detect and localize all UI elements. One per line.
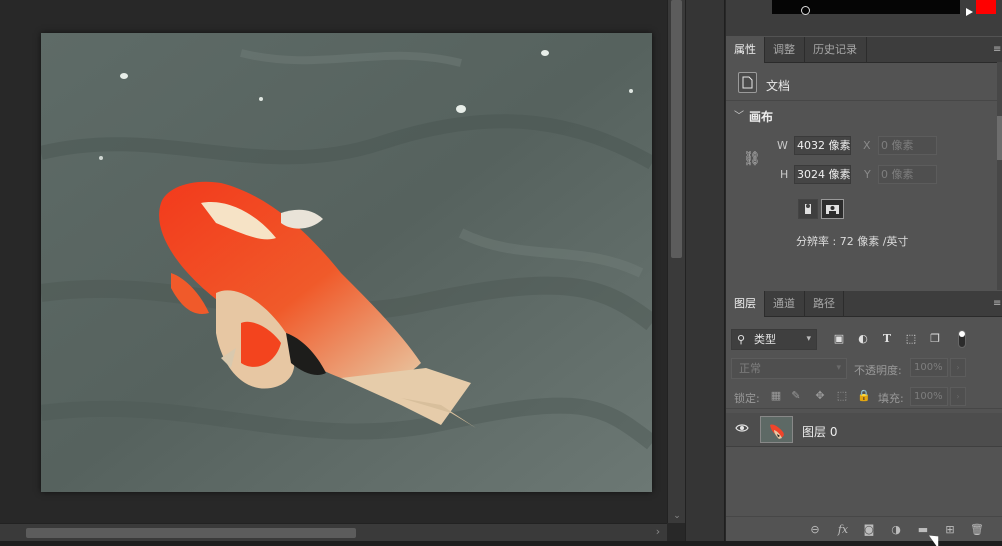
tab-paths[interactable]: 路径 <box>805 291 844 317</box>
eye-icon[interactable] <box>735 422 749 436</box>
type-filter-icon[interactable]: T <box>879 331 895 347</box>
color-spectrum-bar[interactable] <box>772 0 960 14</box>
lock-all-icon[interactable]: 🔒 <box>857 389 871 403</box>
delete-icon[interactable]: 🗑 <box>969 522 985 538</box>
layer-thumbnail[interactable] <box>760 416 793 443</box>
layers-tab-bar: 图层 通道 路径 ≡ <box>726 291 1002 317</box>
chevron-down-icon: ▾ <box>836 363 841 373</box>
adjustment-filter-icon[interactable]: ◐ <box>855 331 871 347</box>
canvas-section-title: 画布 <box>749 110 774 124</box>
adjustment-layer-icon[interactable]: ◑ <box>888 522 904 538</box>
fill-dropdown-icon[interactable]: › <box>950 387 966 406</box>
filter-toggle-switch[interactable] <box>958 330 966 348</box>
panel-dock-gutter <box>685 0 725 541</box>
vertical-scrollbar[interactable]: ⌄ <box>667 0 685 523</box>
smart-object-filter-icon[interactable]: ❐ <box>927 331 943 347</box>
blend-mode-select[interactable]: 正常 ▾ <box>731 358 847 379</box>
document-image[interactable] <box>41 33 652 492</box>
mask-icon[interactable]: ◙ <box>861 522 877 538</box>
properties-tab-bar: 属性 调整 历史记录 ≡ <box>726 37 1002 63</box>
current-color-swatch[interactable] <box>976 0 996 14</box>
layer-filter-select[interactable]: ⚲ 类型 ▾ <box>731 329 817 350</box>
layers-panel: 图层 通道 路径 ≡ ⚲ 类型 ▾ ▣ ◐ T ⬚ ❐ 正常 ▾ 不透明度: 1… <box>726 291 1002 541</box>
lock-row: 锁定: ▦ ✎ ✥ ⬚ 🔒 填充: 100% › <box>726 385 1002 409</box>
color-slider-arrow[interactable] <box>966 8 973 16</box>
vertical-scroll-thumb[interactable] <box>671 0 682 258</box>
horizontal-scroll-thumb[interactable] <box>26 528 356 538</box>
layers-footer: ⊖ fx ◙ ◑ ▬ ⊞ 🗑 <box>726 516 1002 541</box>
koi-photo <box>41 33 652 492</box>
height-field[interactable]: 3024 像素 <box>794 165 851 184</box>
opacity-field[interactable]: 100% <box>910 358 948 377</box>
x-field[interactable]: 0 像素 <box>878 136 937 155</box>
tab-history[interactable]: 历史记录 <box>805 37 867 63</box>
link-dimensions-icon[interactable]: ⛓ <box>743 151 761 169</box>
fx-icon[interactable]: fx <box>835 522 851 538</box>
link-layers-icon[interactable]: ⊖ <box>807 522 823 538</box>
tab-channels[interactable]: 通道 <box>765 291 805 317</box>
width-label: W <box>777 139 788 152</box>
opacity-label: 不透明度: <box>854 364 902 377</box>
fill-label: 填充: <box>878 392 904 405</box>
color-picker-ring[interactable] <box>801 6 810 15</box>
layer-filter-row: ⚲ 类型 ▾ ▣ ◐ T ⬚ ❐ <box>726 327 1002 353</box>
color-panel-remnant <box>726 0 1002 36</box>
width-field[interactable]: 4032 像素 <box>794 136 851 155</box>
fill-field[interactable]: 100% <box>910 387 948 406</box>
lock-label: 锁定: <box>734 392 760 405</box>
height-label: H <box>780 168 789 181</box>
image-filter-icon[interactable]: ▣ <box>831 331 847 347</box>
canvas-workspace[interactable] <box>0 0 667 523</box>
filter-type-label: 类型 <box>754 333 776 346</box>
shape-filter-icon[interactable]: ⬚ <box>903 331 919 347</box>
properties-panel: 文档 ﹀ 画布 W 4032 像素 X 0 像素 ⛓ H 3024 像素 Y 0… <box>726 63 1002 288</box>
opacity-dropdown-icon[interactable]: › <box>950 358 966 377</box>
new-layer-icon[interactable]: ⊞ <box>942 522 958 538</box>
properties-scrollbar[interactable] <box>997 62 1002 290</box>
y-label: Y <box>864 168 871 181</box>
scroll-down-icon[interactable]: ⌄ <box>672 511 682 521</box>
scroll-right-icon[interactable]: › <box>652 526 664 538</box>
bottom-status-strip <box>0 541 1002 546</box>
canvas-section-header[interactable]: ﹀ 画布 <box>726 105 1002 125</box>
lock-transparent-icon[interactable]: ▦ <box>769 389 783 403</box>
layer-row[interactable]: 图层 0 <box>726 413 1002 447</box>
chevron-down-icon: ▾ <box>806 334 811 344</box>
chevron-down-icon[interactable]: ﹀ <box>734 107 744 122</box>
document-label: 文档 <box>766 79 791 93</box>
horizontal-scrollbar[interactable]: › <box>0 523 667 541</box>
layers-menu-icon[interactable]: ≡ <box>993 299 1001 309</box>
properties-scroll-thumb[interactable] <box>997 116 1002 160</box>
right-panel-column: 属性 调整 历史记录 ≡ 文档 ﹀ 画布 W 4032 像素 X 0 像素 ⛓ … <box>726 0 1002 541</box>
tab-layers[interactable]: 图层 <box>726 291 765 317</box>
tab-adjustments[interactable]: 调整 <box>765 37 805 63</box>
layer-name[interactable]: 图层 0 <box>802 423 837 440</box>
lock-artboard-icon[interactable]: ⬚ <box>835 389 849 403</box>
search-icon: ⚲ <box>737 333 746 346</box>
blend-mode-value: 正常 <box>739 362 761 375</box>
document-icon <box>738 72 757 93</box>
x-label: X <box>863 139 871 152</box>
tab-properties[interactable]: 属性 <box>726 37 765 63</box>
resolution-text: 分辨率 : 72 像素 /英寸 <box>796 235 909 248</box>
lock-paint-icon[interactable]: ✎ <box>789 389 803 403</box>
layer-index: 0 <box>829 425 838 439</box>
lock-position-icon[interactable]: ✥ <box>813 389 827 403</box>
document-row: 文档 <box>726 63 1002 101</box>
landscape-orientation-icon[interactable] <box>821 199 844 219</box>
blend-row: 正常 ▾ 不透明度: 100% › <box>726 356 1002 380</box>
panel-menu-icon[interactable]: ≡ <box>993 45 1001 55</box>
portrait-orientation-icon[interactable] <box>798 199 818 219</box>
y-field[interactable]: 0 像素 <box>878 165 937 184</box>
